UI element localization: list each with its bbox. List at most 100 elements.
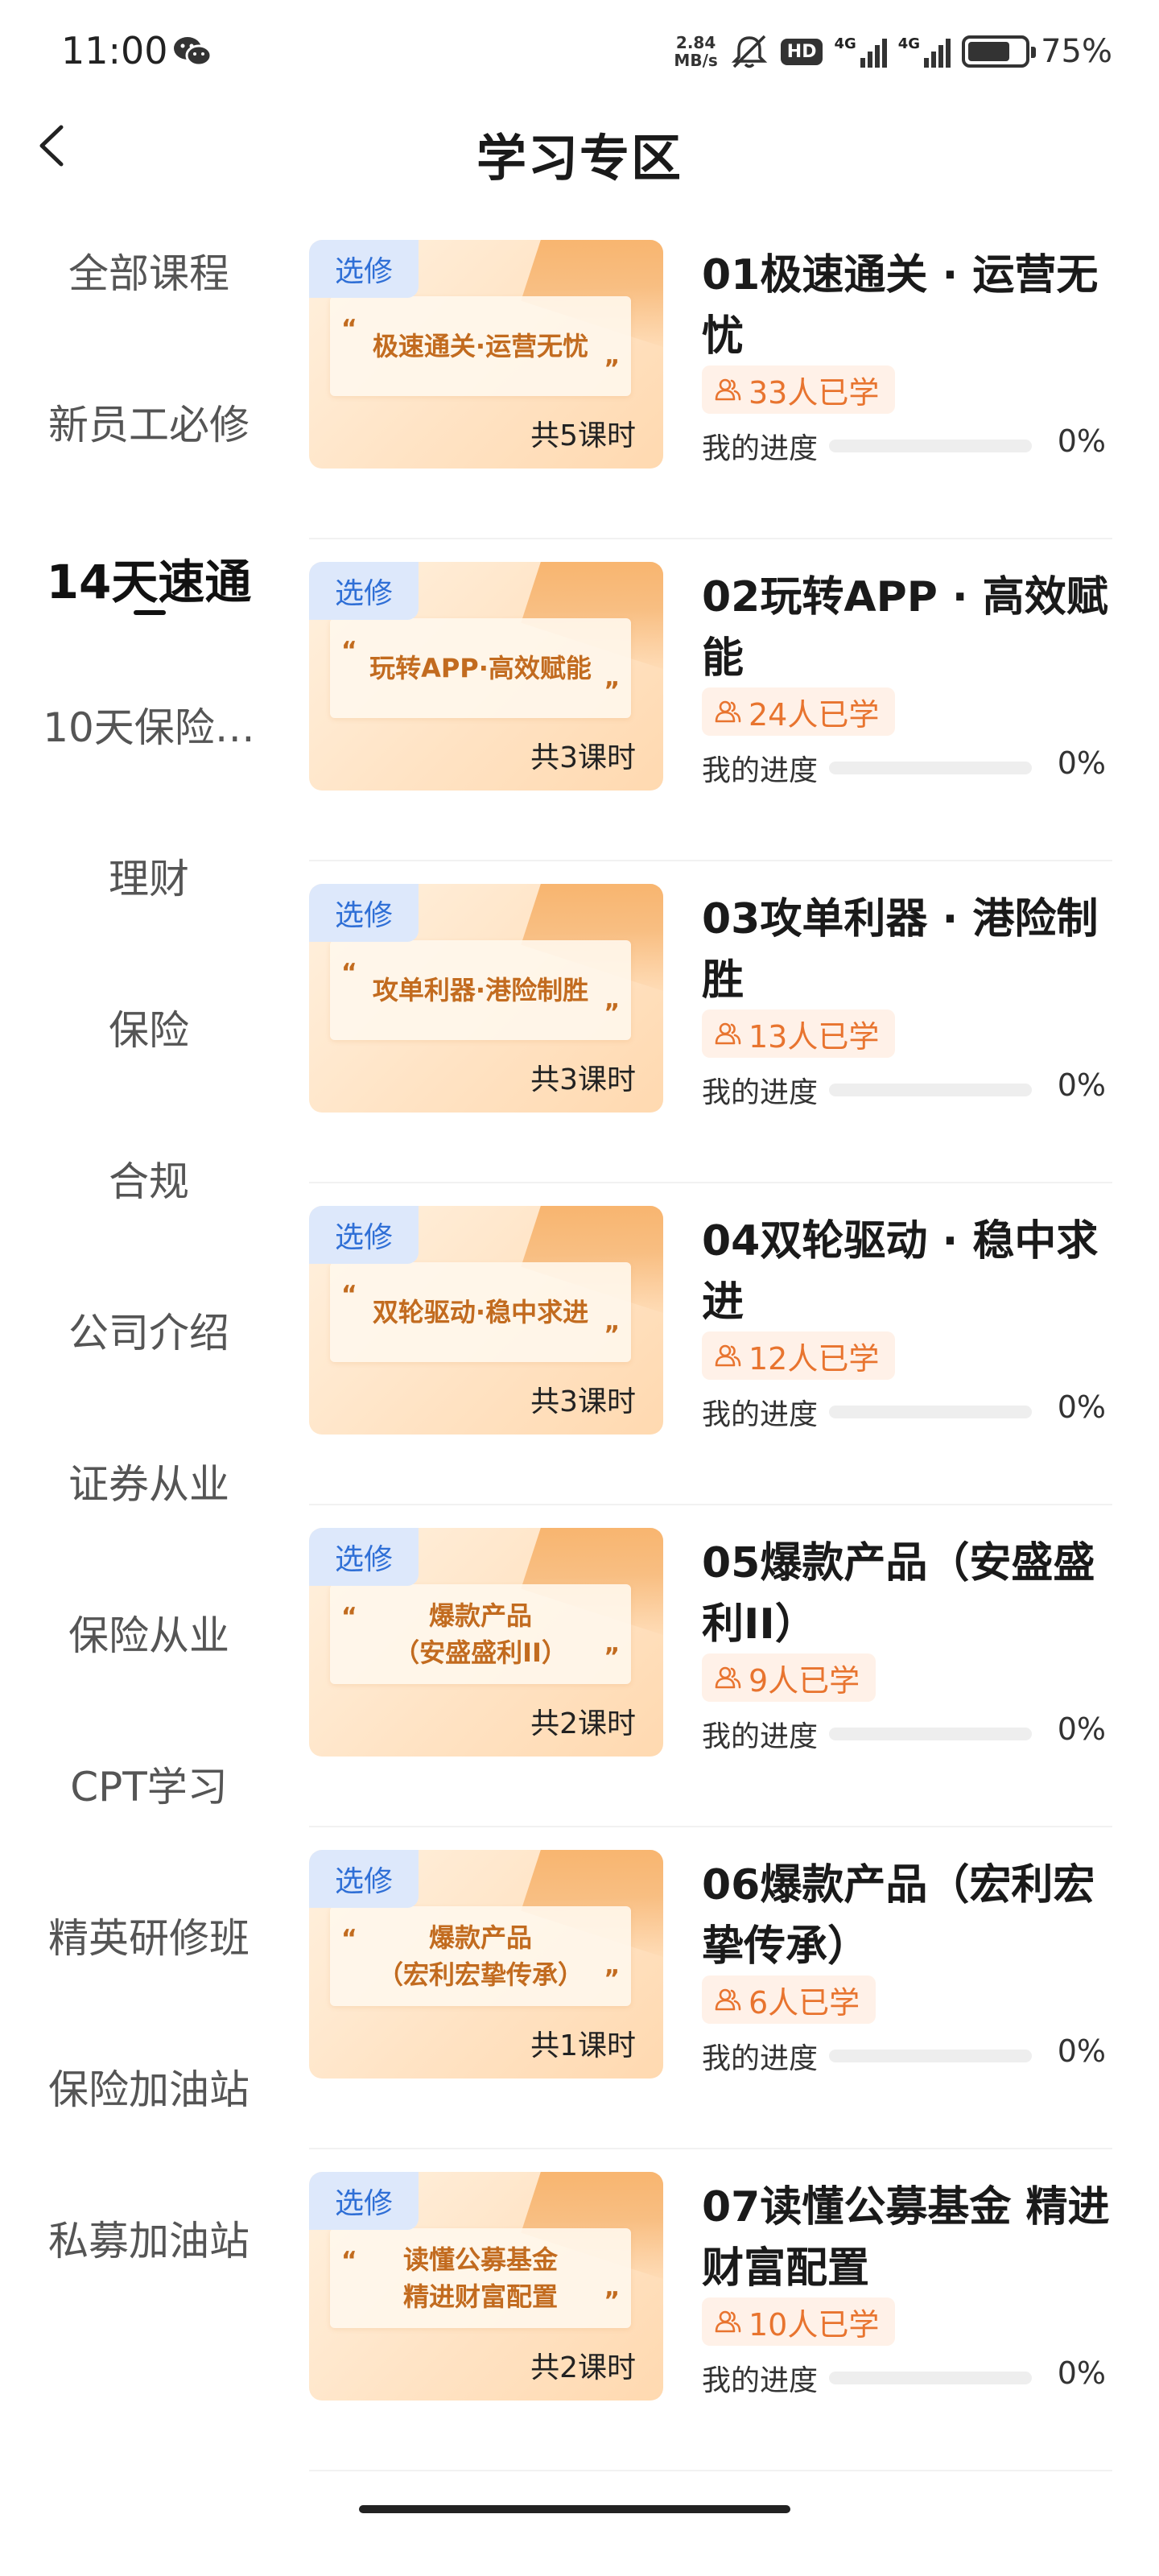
course-title[interactable]: 05爆款产品（安盛盛利II）: [702, 1533, 1112, 1655]
sidebar-item[interactable]: 证券从业: [0, 1452, 298, 1510]
quote-close-mark: ”: [604, 999, 620, 1027]
sidebar-item[interactable]: 保险加油站: [0, 2058, 298, 2116]
progress-percent: 0%: [1057, 423, 1106, 459]
progress-label: 我的进度: [702, 432, 819, 465]
net-speed: 2.84 MB/s: [674, 33, 718, 70]
course-card[interactable]: “ 爆款产品 （安盛盛利II） ” 选修 共2课时 05爆款产品（安盛盛利II） 9人已学 我的…: [309, 1505, 1112, 1827]
sidebar-item[interactable]: 14天速通: [0, 544, 298, 612]
sidebar-item[interactable]: 公司介绍: [0, 1301, 298, 1359]
learners-count: 6人已学: [749, 1984, 860, 2021]
lesson-count: 共2课时: [530, 2351, 636, 2384]
people-icon: [715, 1022, 741, 1045]
course-thumbnail[interactable]: “ 双轮驱动·稳中求进 ” 选修 共3课时: [309, 1206, 663, 1435]
thumb-title-text: 爆款产品 （安盛盛利II）: [394, 1600, 567, 1668]
battery-fill: [968, 42, 1010, 61]
course-card[interactable]: “ 爆款产品 （宏利宏挚传承） ” 选修 共1课时 06爆款产品（宏利宏挚传承） 6人已学 我的…: [309, 1827, 1112, 2149]
thumb-banner: “ 读懂公募基金 精进财富配置 ”: [330, 2228, 631, 2328]
quote-open-mark: “: [341, 637, 357, 665]
sidebar-item[interactable]: 10天保险…: [0, 696, 298, 753]
course-thumbnail[interactable]: “ 爆款产品 （宏利宏挚传承） ” 选修 共1课时: [309, 1850, 663, 2079]
quote-close-mark: ”: [604, 1321, 620, 1349]
course-title[interactable]: 06爆款产品（宏利宏挚传承）: [702, 1855, 1112, 1977]
progress-bar: [829, 440, 1032, 452]
progress-label: 我的进度: [702, 754, 819, 787]
quote-close-mark: ”: [604, 1643, 620, 1671]
learners-badge: 12人已学: [702, 1331, 896, 1380]
home-indicator[interactable]: [359, 2505, 790, 2513]
active-tab-indicator: [134, 610, 166, 615]
progress-label: 我的进度: [702, 2364, 819, 2397]
sidebar-item[interactable]: 精英研修班: [0, 1906, 298, 1964]
progress-label: 我的进度: [702, 1398, 819, 1431]
course-card[interactable]: “ 双轮驱动·稳中求进 ” 选修 共3课时 04双轮驱动 · 稳中求进 12人已学 我的进度 0…: [309, 1183, 1112, 1505]
course-title[interactable]: 04双轮驱动 · 稳中求进: [702, 1211, 1112, 1333]
lesson-count: 共1课时: [530, 2029, 636, 2062]
course-title[interactable]: 01极速通关 · 运营无忧: [702, 245, 1112, 367]
progress-bar: [829, 2050, 1032, 2062]
progress-bar: [829, 2372, 1032, 2384]
people-icon: [715, 1988, 741, 2011]
course-card[interactable]: “ 极速通关·运营无忧 ” 选修 共5课时 01极速通关 · 运营无忧 33人已学 我的进度 0…: [309, 217, 1112, 539]
progress-label: 我的进度: [702, 1720, 819, 1753]
lesson-count: 共3课时: [530, 741, 636, 774]
course-card[interactable]: “ 玩转APP·高效赋能 ” 选修 共3课时 02玩转APP · 高效赋能 24人已学 我的进…: [309, 539, 1112, 861]
sidebar-item[interactable]: 保险从业: [0, 1604, 298, 1662]
thumb-banner: “ 爆款产品 （安盛盛利II） ”: [330, 1584, 631, 1684]
progress-bar: [829, 762, 1032, 774]
status-icons: 2.84 MB/s HD 4G 4G 75%: [674, 29, 1112, 74]
progress-percent: 0%: [1057, 1067, 1106, 1103]
learners-badge: 10人已学: [702, 2297, 896, 2346]
quote-open-mark: “: [341, 1281, 357, 1309]
progress-percent: 0%: [1057, 1711, 1106, 1747]
mute-icon: [731, 35, 768, 68]
course-card[interactable]: “ 读懂公募基金 精进财富配置 ” 选修共2课时 07读懂公募基金 精进财富配置 10人已学…: [309, 2149, 1112, 2471]
thumb-title-text: 玩转APP·高效赋能: [369, 653, 592, 683]
elective-badge: 选修: [309, 2172, 419, 2230]
learners-badge: 9人已学: [702, 1653, 876, 1702]
progress-percent: 0%: [1057, 2355, 1106, 2391]
course-thumbnail[interactable]: “ 极速通关·运营无忧 ” 选修 共5课时: [309, 240, 663, 469]
people-icon: [715, 1344, 741, 1367]
sidebar-item[interactable]: 保险: [0, 998, 298, 1056]
wechat-icon: [174, 37, 212, 67]
learners-badge: 33人已学: [702, 365, 896, 414]
quote-open-mark: “: [341, 2247, 357, 2275]
progress-bar: [829, 1728, 1032, 1740]
course-title[interactable]: 02玩转APP · 高效赋能: [702, 567, 1112, 689]
sidebar-item[interactable]: 全部课程: [0, 242, 298, 299]
elective-badge: 选修: [309, 884, 419, 942]
learners-count: 9人已学: [749, 1662, 860, 1699]
course-thumbnail[interactable]: “ 读懂公募基金 精进财富配置 ” 选修共2课时: [309, 2172, 663, 2401]
course-title[interactable]: 07读懂公募基金 精进财富配置: [702, 2177, 1112, 2299]
quote-close-mark: ”: [604, 1965, 620, 1993]
sidebar-item[interactable]: 新员工必修: [0, 393, 298, 451]
sidebar-item[interactable]: 理财: [0, 847, 298, 905]
elective-badge: 选修: [309, 562, 419, 620]
course-thumbnail[interactable]: “ 玩转APP·高效赋能 ” 选修 共3课时: [309, 562, 663, 791]
sidebar-item[interactable]: CPT学习: [0, 1755, 298, 1813]
learners-count: 13人已学: [749, 1018, 880, 1055]
learners-count: 33人已学: [749, 374, 880, 411]
sidebar-item[interactable]: 私募加油站: [0, 2209, 298, 2267]
quote-open-mark: “: [341, 959, 357, 987]
people-icon: [715, 700, 741, 723]
learners-count: 24人已学: [749, 696, 880, 733]
lesson-count: 共2课时: [530, 1707, 636, 1740]
lesson-count: 共3课时: [530, 1385, 636, 1418]
course-thumbnail[interactable]: “ 爆款产品 （安盛盛利II） ” 选修 共2课时: [309, 1528, 663, 1757]
learners-count: 10人已学: [749, 2306, 880, 2343]
quote-close-mark: ”: [604, 355, 620, 383]
progress-label: 我的进度: [702, 2042, 819, 2075]
elective-badge: 选修: [309, 1850, 419, 1908]
elective-badge: 选修: [309, 240, 419, 298]
thumb-title-text: 爆款产品 （宏利宏挚传承）: [377, 1922, 584, 1990]
thumb-banner: “ 爆款产品 （宏利宏挚传承） ”: [330, 1906, 631, 2006]
course-card[interactable]: “ 攻单利器·港险制胜 ” 选修 共3课时 03攻单利器 · 港险制胜 13人已学 我的进度 0…: [309, 861, 1112, 1183]
sidebar-item[interactable]: 合规: [0, 1150, 298, 1208]
signal-icon-2: 4G: [898, 35, 951, 68]
learners-badge: 13人已学: [702, 1009, 896, 1058]
course-thumbnail[interactable]: “ 攻单利器·港险制胜 ” 选修 共3课时: [309, 884, 663, 1113]
status-bar: 11:00 2.84 MB/s HD 4G 4G 75%: [0, 0, 1159, 97]
thumb-title-text: 双轮驱动·稳中求进: [372, 1297, 589, 1327]
course-title[interactable]: 03攻单利器 · 港险制胜: [702, 889, 1112, 1011]
